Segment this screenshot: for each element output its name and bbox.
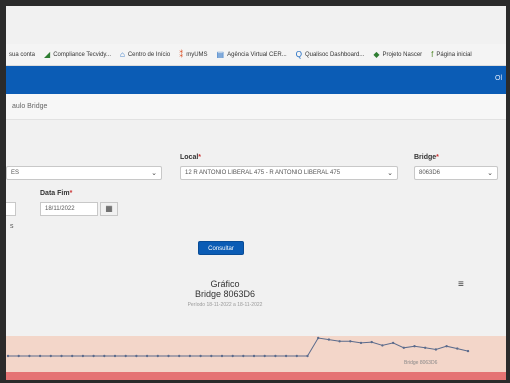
chevron-down-icon: ⌄ (151, 170, 157, 177)
side-label: s (10, 223, 14, 230)
home-icon: ⌂ (120, 49, 125, 59)
local-select[interactable]: 12 R ANTONIO LIBERAL 475 - R ANTONIO LIB… (180, 166, 398, 180)
chart-point[interactable] (113, 354, 117, 358)
bookmark-label: myUMS (186, 51, 208, 58)
chart-subtitle: Bridge 8063D6 (194, 289, 256, 299)
chart-point[interactable] (231, 354, 234, 358)
chart-bottom-band (6, 372, 506, 380)
chart-point[interactable] (242, 354, 245, 358)
bridge-select-value: 8063D6 (419, 170, 441, 176)
bookmark-label: Agência Virtual CER... (227, 51, 287, 58)
local-label: Local* (180, 154, 202, 161)
chart-point[interactable] (92, 354, 95, 358)
chart-period: Período 18-11-2022 a 18-11-2022 (187, 302, 263, 308)
chart-point[interactable] (135, 354, 138, 358)
date-inicio-button[interactable] (6, 202, 16, 216)
chart-point[interactable] (17, 354, 20, 358)
myums-icon: ⁑ (179, 49, 184, 59)
chart-point[interactable] (466, 349, 470, 353)
bookmark-label: Página inicial (436, 51, 472, 58)
chart-point[interactable] (156, 354, 159, 358)
chart-point[interactable] (402, 346, 405, 349)
chart-point[interactable] (178, 354, 181, 358)
breadcrumb: aulo Bridge (6, 94, 506, 120)
chart-point[interactable] (103, 354, 106, 358)
compliance-icon: ◢ (44, 49, 51, 59)
chart-point[interactable] (81, 354, 85, 358)
chart-point[interactable] (327, 338, 331, 341)
bookmark-item[interactable]: ⌂ Centro de Início (120, 49, 171, 59)
chart-point[interactable] (220, 354, 224, 358)
calendar-icon[interactable]: ▦ (100, 202, 118, 216)
chart-point[interactable] (210, 354, 213, 358)
bridge-select[interactable]: 8063D6 ⌄ (414, 166, 498, 180)
chart-point[interactable] (317, 336, 320, 340)
chart-plot-band (6, 336, 506, 372)
chart-point[interactable] (445, 345, 448, 348)
chart-point[interactable] (49, 354, 52, 358)
chart-point[interactable] (413, 345, 416, 348)
first-select[interactable]: ES ⌄ (6, 166, 162, 180)
bookmark-label: sua conta (9, 51, 36, 58)
project-icon: ◆ (373, 49, 380, 59)
screen: sua conta ◢ Compliance Tecvidy... ⌂ Centro d… (6, 6, 506, 380)
agency-icon: ▤ (216, 49, 225, 59)
chart-point[interactable] (434, 348, 438, 351)
page-icon: f (431, 49, 434, 59)
line-chart: Bridge 8063D6 (6, 336, 506, 380)
chart-point[interactable] (188, 354, 192, 358)
chart-point[interactable] (145, 354, 149, 358)
chart-point[interactable] (381, 344, 384, 347)
bookmark-item[interactable]: ⁑ myUMS (179, 49, 208, 59)
bookmarks-bar: sua conta ◢ Compliance Tecvidy... ⌂ Centro d… (6, 44, 506, 66)
chevron-down-icon: ⌄ (387, 170, 393, 177)
bookmark-item[interactable]: ▤ Agência Virtual CER... (216, 49, 287, 59)
bookmark-item[interactable]: ◆ Projeto Nascer (373, 49, 423, 59)
chart-point[interactable] (456, 347, 459, 350)
chart-point[interactable] (263, 354, 266, 358)
qualisoc-icon: Q (295, 49, 302, 59)
local-select-value: 12 R ANTONIO LIBERAL 475 - R ANTONIO LIB… (185, 170, 341, 176)
chart-point[interactable] (124, 354, 127, 358)
chart-point[interactable] (424, 346, 427, 349)
chart-legend-label: Bridge 8063D6 (404, 360, 438, 366)
chart-point[interactable] (359, 341, 363, 345)
chart-point[interactable] (284, 354, 288, 358)
date-fim-label: Data Fim* (40, 190, 73, 197)
bookmark-item[interactable]: sua conta (9, 52, 35, 58)
chart-point[interactable] (38, 354, 42, 358)
chart-point[interactable] (71, 354, 74, 358)
chart-menu-icon[interactable]: ≡ (458, 279, 464, 290)
chart-point[interactable] (6, 354, 10, 358)
bookmark-label: Centro de Início (127, 51, 171, 58)
first-select-value: ES (11, 170, 20, 176)
chart-point[interactable] (199, 354, 202, 358)
bookmark-label: Projeto Nascer (382, 51, 423, 58)
chart-point[interactable] (167, 354, 170, 358)
chart-point[interactable] (349, 340, 352, 343)
bridge-label: Bridge* (414, 154, 439, 161)
bookmark-item[interactable]: ◢ Compliance Tecvidy... (44, 49, 111, 59)
chart-title: Gráfico (210, 279, 240, 289)
date-fim-input[interactable]: 18/11/2022 (40, 202, 98, 216)
top-navbar: Ol (6, 66, 506, 94)
consultar-button[interactable]: Consultar (198, 241, 244, 255)
chart-point[interactable] (306, 354, 309, 358)
chart-point[interactable] (252, 354, 256, 358)
chart-point[interactable] (391, 341, 395, 345)
chart-point[interactable] (295, 354, 298, 358)
chart-point[interactable] (370, 340, 373, 344)
chart-point[interactable] (338, 340, 341, 343)
chart-point[interactable] (60, 354, 63, 358)
chart-point[interactable] (274, 354, 277, 358)
user-greeting[interactable]: Ol (495, 75, 502, 82)
bookmark-label: Qualisoc Dashboard... (304, 51, 365, 58)
chevron-down-icon: ⌄ (487, 170, 493, 177)
bookmark-label: Compliance Tecvidy... (53, 51, 111, 58)
chart-point[interactable] (28, 354, 31, 358)
bookmark-item[interactable]: f Página inicial (431, 49, 472, 59)
bookmark-item[interactable]: Q Qualisoc Dashboard... (295, 49, 365, 59)
